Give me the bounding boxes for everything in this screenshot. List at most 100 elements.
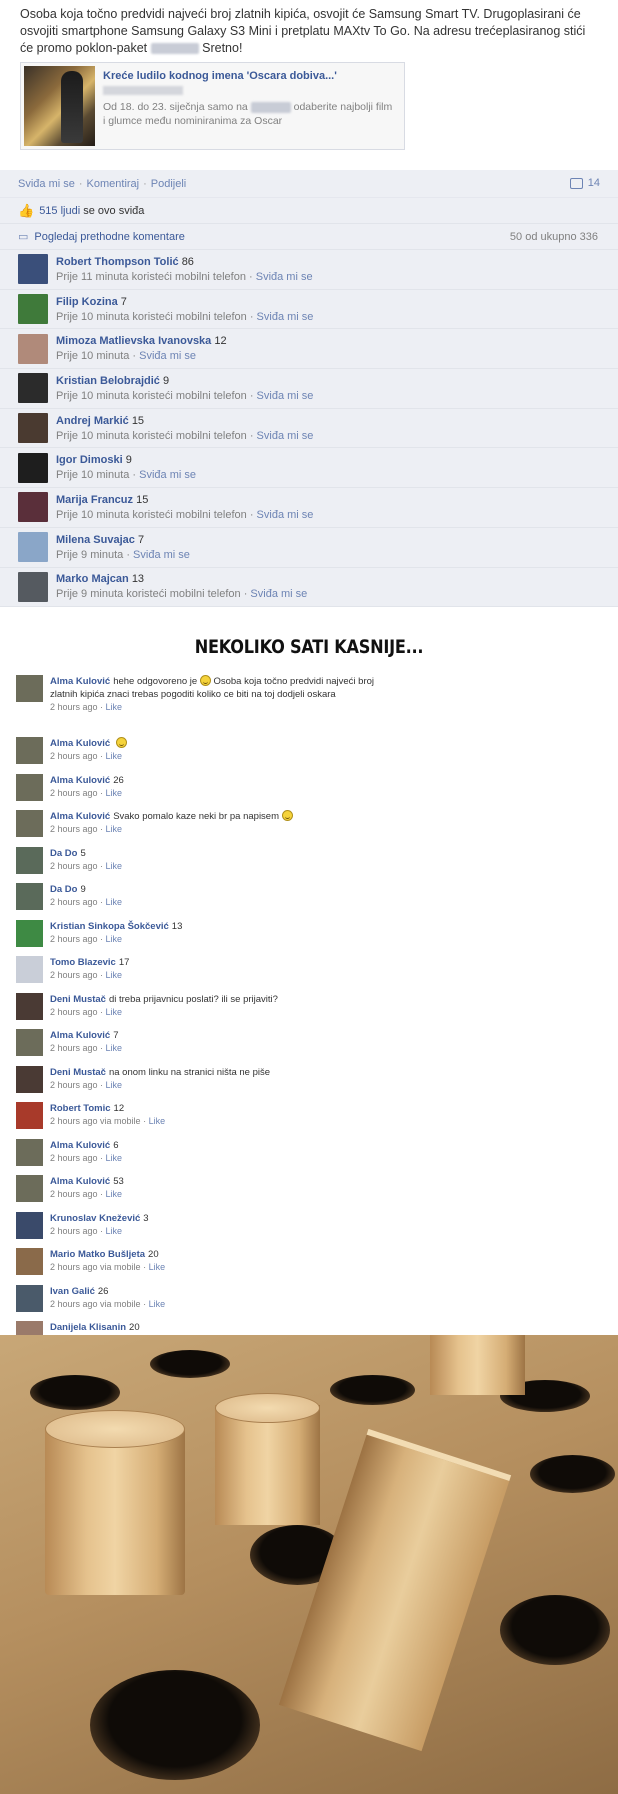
likes-count-link[interactable]: 515 ljudi bbox=[39, 205, 80, 217]
comment-author[interactable]: Kristian Sinkopa Šokčević bbox=[50, 921, 169, 932]
avatar[interactable] bbox=[16, 992, 43, 1020]
comment-like-link[interactable]: Sviđa mi se bbox=[133, 549, 190, 561]
comment-author[interactable]: Mario Matko Bušljeta bbox=[50, 1249, 145, 1260]
avatar[interactable] bbox=[16, 1175, 43, 1203]
shared-link-title[interactable]: Kreće ludilo kodnog imena 'Oscara dobiva… bbox=[103, 70, 393, 82]
avatar[interactable] bbox=[16, 883, 43, 911]
comment-author[interactable]: Alma Kulović bbox=[50, 811, 110, 822]
avatar[interactable] bbox=[16, 1248, 43, 1276]
comment-like-link[interactable]: Like bbox=[149, 1299, 166, 1309]
comment-like-link[interactable]: Like bbox=[106, 1153, 123, 1163]
like-button[interactable]: Sviđa mi se bbox=[18, 178, 75, 190]
comment-author[interactable]: Deni Mustač bbox=[50, 1067, 106, 1078]
comment-author[interactable]: Alma Kulović bbox=[50, 1030, 110, 1041]
comment-author[interactable]: Tomo Blazevic bbox=[50, 957, 116, 968]
comment-time: 2 hours ago bbox=[50, 970, 98, 981]
comment-like-link[interactable]: Sviđa mi se bbox=[256, 271, 313, 283]
comment-like-link[interactable]: Sviđa mi se bbox=[250, 588, 307, 600]
comment-like-link[interactable]: Like bbox=[106, 1080, 123, 1090]
comment-row: Milena Suvajac 7 Prije 9 minuta · Sviđa m… bbox=[0, 527, 618, 568]
comment-time: 2 hours ago via mobile bbox=[50, 1298, 141, 1309]
comment-author[interactable]: Mimoza Matlievska Ivanovska bbox=[56, 335, 211, 347]
avatar[interactable] bbox=[16, 737, 43, 765]
avatar[interactable] bbox=[16, 956, 43, 984]
comment-like-link[interactable]: Sviđa mi se bbox=[257, 390, 314, 402]
comment-like-link[interactable]: Like bbox=[106, 1189, 123, 1199]
avatar[interactable] bbox=[18, 413, 48, 444]
avatar[interactable] bbox=[18, 373, 48, 404]
comment-author[interactable]: Milena Suvajac bbox=[56, 534, 135, 546]
comment-author[interactable]: Da Do bbox=[50, 848, 77, 859]
comment-time: Prije 10 minuta koristeći mobilni telefo… bbox=[56, 389, 247, 402]
avatar[interactable] bbox=[16, 1029, 43, 1057]
comment-like-link[interactable]: Like bbox=[106, 1043, 123, 1053]
avatar[interactable] bbox=[16, 810, 43, 838]
comment-author[interactable]: Alma Kulović bbox=[50, 676, 110, 687]
comment-button[interactable]: Komentiraj bbox=[87, 178, 140, 190]
comment-like-link[interactable]: Sviđa mi se bbox=[139, 469, 196, 481]
comment-like-link[interactable]: Like bbox=[106, 824, 123, 834]
avatar[interactable] bbox=[16, 675, 43, 703]
comment-author[interactable]: Alma Kulović bbox=[50, 1140, 110, 1151]
comment-author[interactable]: Danijela Klisanin bbox=[50, 1322, 126, 1333]
comment-like-link[interactable]: Like bbox=[106, 970, 123, 980]
comment-like-link[interactable]: Like bbox=[106, 788, 123, 798]
shared-link[interactable]: Kreće ludilo kodnog imena 'Oscara dobiva… bbox=[20, 62, 405, 150]
comment-author[interactable]: Deni Mustač bbox=[50, 994, 106, 1005]
comment-author[interactable]: Ivan Galić bbox=[50, 1286, 95, 1297]
comment-like-link[interactable]: Like bbox=[106, 751, 123, 761]
avatar[interactable] bbox=[16, 1065, 43, 1093]
comment-author[interactable]: Igor Dimoski bbox=[56, 454, 123, 466]
comment-author[interactable]: Marija Francuz bbox=[56, 494, 133, 506]
view-previous-comments[interactable]: ▭ Pogledaj prethodne komentare 50 od uku… bbox=[0, 224, 618, 250]
comment-author[interactable]: Alma Kulović bbox=[50, 738, 110, 749]
comment-like-link[interactable]: Like bbox=[106, 934, 123, 944]
avatar[interactable] bbox=[18, 571, 48, 602]
avatar[interactable] bbox=[16, 846, 43, 874]
comment-like-link[interactable]: Like bbox=[106, 1226, 123, 1236]
share-button[interactable]: Podijeli bbox=[151, 178, 186, 190]
avatar[interactable] bbox=[16, 1102, 43, 1130]
comment-author[interactable]: Robert Tomic bbox=[50, 1103, 111, 1114]
comment-author[interactable]: Kristian Belobrajdić bbox=[56, 375, 160, 387]
comment-like-link[interactable]: Sviđa mi se bbox=[257, 311, 314, 323]
avatar[interactable] bbox=[18, 294, 48, 325]
avatar[interactable] bbox=[16, 773, 43, 801]
avatar[interactable] bbox=[16, 919, 43, 947]
comment-author[interactable]: Krunoslav Knežević bbox=[50, 1213, 140, 1224]
comment-author[interactable]: Andrej Markić bbox=[56, 415, 129, 427]
comment-like-link[interactable]: Like bbox=[149, 1262, 166, 1272]
comment-text: 13 bbox=[171, 920, 183, 932]
comment-author[interactable]: Alma Kulović bbox=[50, 1176, 110, 1187]
comment-author[interactable]: Robert Thompson Tolić bbox=[56, 256, 179, 268]
comment-author[interactable]: Marko Majcan bbox=[56, 573, 129, 585]
comment-time: Prije 9 minuta bbox=[56, 548, 124, 561]
avatar[interactable] bbox=[18, 532, 48, 563]
comment-like-link[interactable]: Like bbox=[149, 1116, 166, 1126]
comment-time: Prije 11 minuta koristeći mobilni telefo… bbox=[56, 270, 246, 283]
comment-like-link[interactable]: Sviđa mi se bbox=[257, 509, 314, 521]
previous-comments-link[interactable]: Pogledaj prethodne komentare bbox=[34, 231, 184, 243]
comment-author[interactable]: Da Do bbox=[50, 884, 77, 895]
comment-like-link[interactable]: Like bbox=[106, 861, 123, 871]
avatar[interactable] bbox=[16, 1211, 43, 1239]
comment-like-link[interactable]: Like bbox=[106, 702, 123, 712]
comment-text: na onom linku na stranici ništa ne piše bbox=[108, 1066, 271, 1078]
comment-time: Prije 10 minuta bbox=[56, 469, 130, 482]
avatar[interactable] bbox=[18, 333, 48, 364]
avatar[interactable] bbox=[16, 1284, 43, 1312]
avatar[interactable] bbox=[18, 452, 48, 483]
comment-like-link[interactable]: Sviđa mi se bbox=[139, 350, 196, 362]
avatar[interactable] bbox=[18, 492, 48, 523]
comment-like-link[interactable]: Like bbox=[106, 897, 123, 907]
comment-author[interactable]: Filip Kozina bbox=[56, 296, 118, 308]
avatar[interactable] bbox=[18, 254, 48, 285]
comment-count[interactable]: 14 bbox=[569, 177, 600, 189]
comment-time: 2 hours ago bbox=[50, 1189, 98, 1200]
comment-like-link[interactable]: Like bbox=[106, 1007, 123, 1017]
comment-row: Alma Kulović 2 hours ago · Like bbox=[16, 733, 618, 770]
comment-author[interactable]: Alma Kulović bbox=[50, 775, 110, 786]
comment-like-link[interactable]: Sviđa mi se bbox=[257, 430, 314, 442]
redacted-domain bbox=[103, 86, 183, 95]
avatar[interactable] bbox=[16, 1138, 43, 1166]
